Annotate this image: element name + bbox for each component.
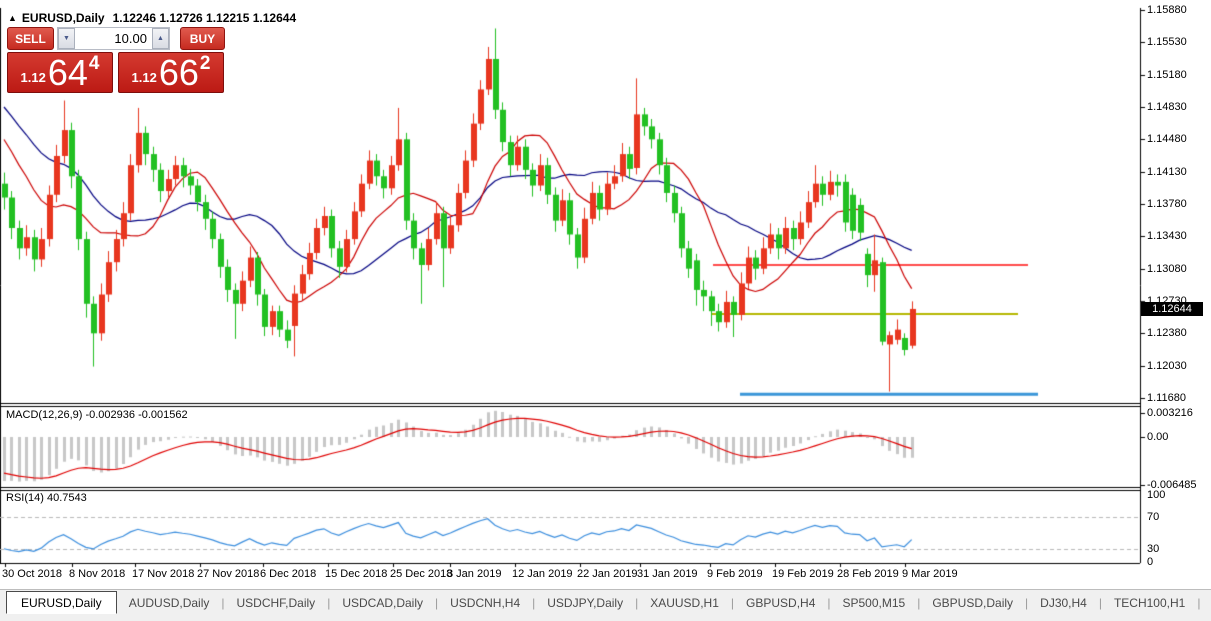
tab-usdcnh-h4[interactable]: USDCNH,H4 (438, 596, 532, 610)
price-tick-label: 1.11680 (1147, 392, 1186, 404)
volume-decrease-button[interactable]: ▼ (58, 28, 75, 49)
spin-down-icon: ▼ (63, 35, 70, 42)
tab-gbpusd-h4[interactable]: GBPUSD,H4 (734, 596, 827, 610)
date-tick-label: 17 Nov 2018 (132, 568, 194, 580)
buy-price-prefix: 1.12 (132, 70, 157, 85)
macd-tick-label: 0.003216 (1147, 407, 1193, 419)
date-tick-label: 31 Jan 2019 (637, 568, 698, 580)
price-tick-label: 1.14130 (1147, 166, 1187, 178)
volume-input[interactable] (75, 28, 152, 49)
macd-tick-label: 0.00 (1147, 431, 1168, 443)
tab-ukc[interactable]: UKC (1200, 596, 1211, 610)
price-tick-label: 1.14830 (1147, 101, 1187, 113)
symbol-title: ▲ EURUSD,Daily 1.12246 1.12726 1.12215 1.1… (8, 11, 296, 25)
sell-price-big: 64 (48, 57, 88, 89)
date-tick-label: 15 Dec 2018 (325, 568, 387, 580)
volume-increase-button[interactable]: ▲ (152, 28, 169, 49)
sell-price-prefix: 1.12 (21, 70, 46, 85)
buy-button[interactable]: BUY (180, 27, 225, 50)
date-tick-label: 30 Oct 2018 (2, 568, 62, 580)
tab-sp500-m15[interactable]: SP500,M15 (831, 596, 918, 610)
date-tick-label: 28 Feb 2019 (837, 568, 899, 580)
date-tick-label: 27 Nov 2018 (197, 568, 259, 580)
tab-dj30-h4[interactable]: DJ30,H4 (1028, 596, 1099, 610)
chart-tab-bar: EURUSD,Daily AUDUSD,Daily|USDCHF,Daily|U… (0, 589, 1211, 621)
date-tick-label: 12 Jan 2019 (512, 568, 573, 580)
tab-usdchf-daily[interactable]: USDCHF,Daily (225, 596, 328, 610)
price-tick-label: 1.15180 (1147, 69, 1187, 81)
symbol-ohlc-values: 1.12246 1.12726 1.12215 1.12644 (113, 11, 297, 25)
price-tick-label: 1.15880 (1147, 4, 1187, 16)
tab-eurusd-daily-active[interactable]: EURUSD,Daily (6, 591, 117, 614)
buy-price-big: 66 (159, 57, 199, 89)
rsi-tick-label: 70 (1147, 511, 1159, 523)
sell-button[interactable]: SELL (7, 27, 54, 50)
tab-gbpusd-daily[interactable]: GBPUSD,Daily (920, 596, 1025, 610)
volume-control: ▼ ▲ (57, 27, 170, 50)
buy-price-sup: 2 (200, 53, 211, 75)
price-tick-label: 1.13430 (1147, 230, 1187, 242)
price-tick-label: 1.12030 (1147, 360, 1187, 372)
date-tick-label: 22 Jan 2019 (577, 568, 638, 580)
price-tick-label: 1.14480 (1147, 133, 1187, 145)
price-tick-label: 1.13080 (1147, 263, 1187, 275)
date-tick-label: 6 Dec 2018 (260, 568, 316, 580)
rsi-tick-label: 0 (1147, 556, 1153, 568)
current-price-marker: 1.12644 (1141, 302, 1203, 316)
date-tick-label: 3 Jan 2019 (447, 568, 501, 580)
rsi-tick-label: 30 (1147, 543, 1159, 555)
price-tick-label: 1.13780 (1147, 198, 1187, 210)
price-tick-label: 1.15530 (1147, 36, 1187, 48)
tab-usdjpy-daily[interactable]: USDJPY,Daily (535, 596, 635, 610)
rsi-tick-label: 100 (1147, 489, 1165, 501)
macd-indicator-label: MACD(12,26,9) -0.002936 -0.001562 (6, 409, 188, 421)
sell-price-sup: 4 (89, 53, 100, 75)
sell-price-button[interactable]: 1.12 64 4 (7, 52, 113, 93)
buy-price-button[interactable]: 1.12 66 2 (118, 52, 224, 93)
date-tick-label: 25 Dec 2018 (390, 568, 452, 580)
tab-audusd-daily[interactable]: AUDUSD,Daily (117, 596, 222, 610)
rsi-indicator-label: RSI(14) 40.7543 (6, 492, 87, 504)
date-tick-label: 19 Feb 2019 (772, 568, 834, 580)
price-tick-label: 1.12380 (1147, 327, 1187, 339)
tab-tech100-h1[interactable]: TECH100,H1 (1102, 596, 1197, 610)
spin-up-icon: ▲ (157, 35, 164, 42)
symbol-name: EURUSD,Daily (22, 11, 105, 25)
tab-usdcad-daily[interactable]: USDCAD,Daily (330, 596, 435, 610)
date-tick-label: 8 Nov 2018 (69, 568, 125, 580)
collapse-triangle-icon[interactable]: ▲ (8, 13, 17, 23)
tab-xauusd-h1[interactable]: XAUUSD,H1 (638, 596, 731, 610)
one-click-trading-widget: SELL ▼ ▲ BUY 1.12 64 4 1.12 66 2 (7, 27, 225, 93)
date-tick-label: 9 Feb 2019 (707, 568, 763, 580)
date-tick-label: 9 Mar 2019 (902, 568, 958, 580)
